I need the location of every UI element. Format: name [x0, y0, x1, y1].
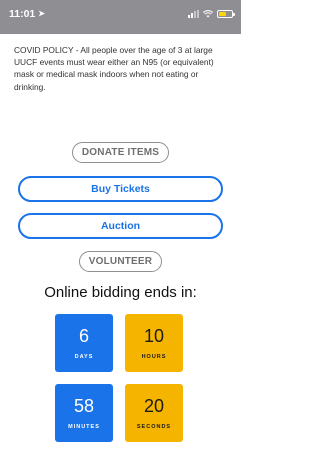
- volunteer-button[interactable]: VOLUNTEER: [78, 251, 163, 272]
- hours-label: HOURS: [141, 354, 167, 360]
- minutes-tile: 58 MINUTES: [55, 384, 113, 442]
- donate-wrap: DONATE ITEMS: [0, 142, 241, 163]
- days-value: 6: [78, 326, 89, 346]
- auction-button[interactable]: Auction: [18, 213, 223, 239]
- hours-tile: 10 HOURS: [125, 314, 183, 372]
- minutes-label: MINUTES: [68, 424, 100, 430]
- countdown-title: Online bidding ends in:: [44, 284, 197, 301]
- minutes-value: 58: [73, 396, 95, 416]
- time-text: 11:01: [9, 8, 36, 20]
- days-tile: 6 DAYS: [55, 314, 113, 372]
- buy-tickets-button[interactable]: Buy Tickets: [18, 176, 223, 202]
- status-icons: [188, 10, 235, 18]
- location-arrow-icon: ➤: [38, 9, 45, 18]
- days-label: DAYS: [74, 354, 94, 360]
- seconds-label: SECONDS: [136, 424, 172, 430]
- covid-policy-text: COVID POLICY - All people over the age o…: [14, 45, 214, 92]
- seconds-tile: 20 SECONDS: [125, 384, 183, 442]
- volunteer-wrap: VOLUNTEER: [0, 251, 241, 272]
- wifi-icon: [203, 10, 213, 18]
- status-time: 11:01 ➤: [9, 8, 45, 20]
- hours-value: 10: [143, 326, 165, 346]
- status-bar: 11:01 ➤: [0, 0, 241, 34]
- battery-fill: [219, 12, 226, 16]
- donate-items-button[interactable]: DONATE ITEMS: [71, 142, 170, 163]
- seconds-value: 20: [143, 396, 165, 416]
- signal-icon: [188, 10, 199, 18]
- battery-icon: [217, 10, 235, 18]
